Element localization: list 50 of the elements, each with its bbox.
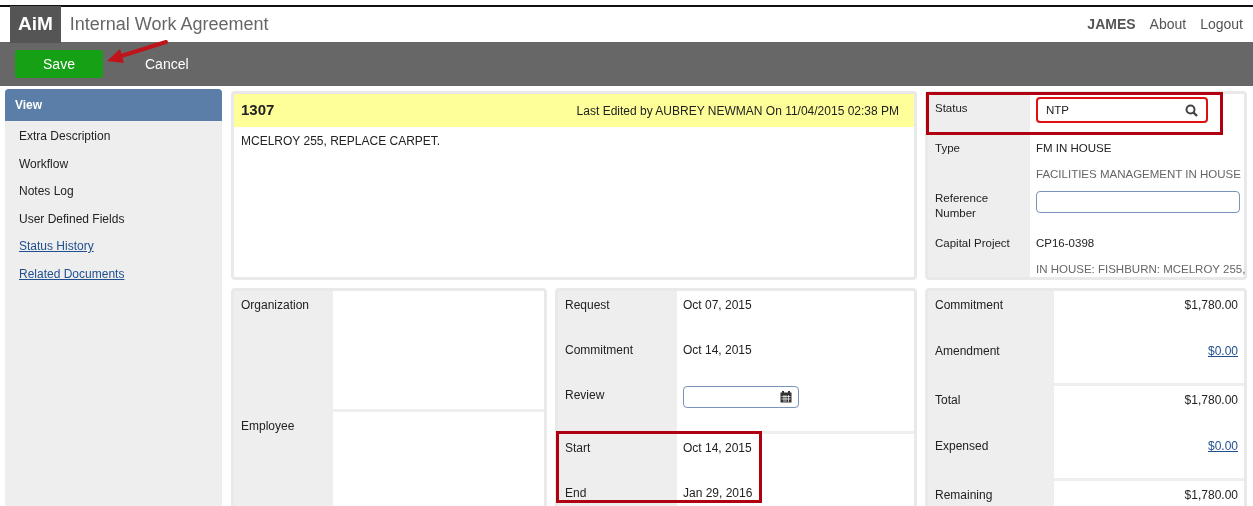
status-field[interactable]: NTP <box>1036 97 1208 123</box>
field-label: Request <box>564 297 611 314</box>
field-value: FM IN HOUSE <box>1036 141 1113 156</box>
field-label: Expensed <box>934 438 990 455</box>
record-description: MCELROY 255, REPLACE CARPET. <box>240 133 442 150</box>
field-note: IN HOUSE: FISHBURN: MCELROY 255, <box>1036 261 1246 277</box>
date-value: Oct 14, 2015 <box>683 343 752 357</box>
date-field[interactable] <box>683 386 799 408</box>
field-label: Reference Number <box>934 191 990 221</box>
amount-value: $1,780.00 <box>1184 393 1238 407</box>
field-label: Commitment <box>564 342 634 359</box>
field-label: Commitment <box>934 297 1004 314</box>
field-label: Organization <box>240 297 311 314</box>
amount-link[interactable]: $0.00 <box>1207 439 1238 453</box>
field-label: Status <box>934 101 969 116</box>
field-value: CP16-0398 <box>1036 236 1096 251</box>
field-note: FACILITIES MANAGEMENT IN HOUSE <box>1036 166 1241 182</box>
amount-value: $1,780.00 <box>1184 298 1238 312</box>
field-label: Type <box>934 141 961 156</box>
sidebar-item[interactable]: Related Documents <box>19 266 125 281</box>
field-label: Remaining <box>934 487 994 504</box>
date-value: Jan 29, 2016 <box>683 486 753 500</box>
field-label: Total <box>934 392 962 409</box>
sidebar-item[interactable]: Workflow <box>19 156 69 171</box>
search-icon[interactable] <box>1185 103 1198 117</box>
field-label: Amendment <box>934 343 1001 360</box>
sidebar-item[interactable]: User Defined Fields <box>19 211 125 226</box>
date-value: Oct 07, 2015 <box>683 298 752 312</box>
sidebar-item[interactable]: Status History <box>19 239 94 253</box>
last-edited-text: Last Edited by AUBREY NEWMAN On 11/04/2015 02:38 PM <box>576 102 899 120</box>
amount-value: $1,780.00 <box>1184 488 1238 502</box>
field-label: Start <box>564 440 592 457</box>
field-label: End <box>564 485 588 502</box>
field-label: Capital Project <box>934 236 1011 251</box>
record-number: 1307 <box>241 100 275 121</box>
sidebar-header: View <box>5 89 222 121</box>
nav-link[interactable]: About <box>1149 14 1187 35</box>
calendar-icon[interactable] <box>780 391 792 403</box>
nav-link[interactable]: Logout <box>1200 14 1243 35</box>
app-logo: AiM <box>10 6 61 43</box>
user-name[interactable]: JAMES <box>1087 14 1136 35</box>
sidebar-item[interactable]: Notes Log <box>19 184 74 198</box>
field-label: Employee <box>240 418 296 435</box>
field-label: Review <box>564 387 606 404</box>
reference-input[interactable] <box>1036 191 1240 213</box>
amount-link[interactable]: $0.00 <box>1207 344 1238 358</box>
cancel-button[interactable]: Cancel <box>145 53 189 75</box>
sidebar-item[interactable]: Extra Description <box>19 129 111 143</box>
date-value: Oct 14, 2015 <box>683 441 752 455</box>
page-title: Internal Work Agreement <box>69 13 269 36</box>
